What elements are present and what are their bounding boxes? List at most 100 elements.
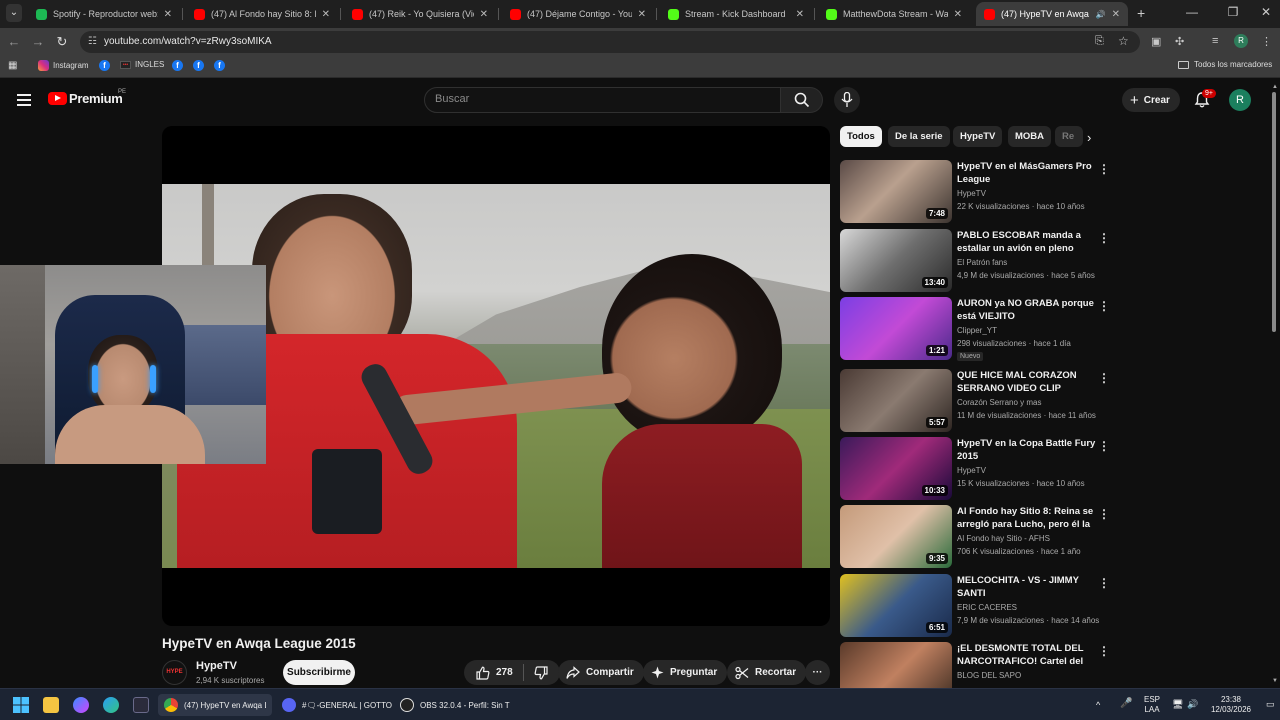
taskbar-chrome-window[interactable]: (47) HypeTV en Awqa Le <box>158 694 272 716</box>
browser-tab[interactable]: (47) Déjame Contigo - YouTube ✕ <box>502 2 654 26</box>
video-thumbnail[interactable]: 1:21 <box>840 297 952 360</box>
new-tab-button[interactable]: + <box>1137 5 1145 21</box>
forward-icon[interactable]: → <box>30 34 46 49</box>
tab-close-icon[interactable]: ✕ <box>638 9 646 20</box>
account-avatar[interactable]: R <box>1229 89 1251 111</box>
site-info-icon[interactable]: ☷ <box>88 36 100 48</box>
all-bookmarks-folder[interactable]: Todos los marcadores <box>1178 60 1272 69</box>
recommended-channel-name[interactable]: HypeTV <box>957 466 986 475</box>
recommended-video-title[interactable]: MELCOCHITA - VS - JIMMY SANTI <box>957 574 1097 600</box>
recommended-channel-name[interactable]: Corazón Serrano y mas <box>957 398 1041 407</box>
tab-close-icon[interactable]: ✕ <box>164 9 172 20</box>
video-thumbnail[interactable]: 10:33 <box>840 437 952 500</box>
tab-close-icon[interactable]: ✕ <box>480 9 488 20</box>
url-text[interactable]: youtube.com/watch?v=zRwy3soMIKA <box>104 36 272 47</box>
tab-close-icon[interactable]: ✕ <box>322 9 330 20</box>
bookmark-instagram[interactable]: Instagram <box>38 60 89 71</box>
clip-button[interactable]: Recortar <box>727 660 807 685</box>
browser-tab[interactable]: (47) Al Fondo hay Sitio 8: Franc ✕ <box>186 2 338 26</box>
extension-media-icon[interactable]: ▣ <box>1151 35 1161 48</box>
scroll-down-arrow-icon[interactable]: ▼ <box>1272 678 1278 684</box>
browser-tab[interactable]: Stream - Kick Dashboard ✕ <box>660 2 812 26</box>
scroll-up-arrow-icon[interactable]: ▲ <box>1272 84 1278 90</box>
search-input[interactable] <box>435 93 765 105</box>
recommended-channel-name[interactable]: Clipper_YT <box>957 326 997 335</box>
input-language-indicator[interactable]: ESP LAA <box>1140 695 1164 715</box>
notification-center-icon[interactable]: ▭ <box>1266 699 1275 709</box>
channel-avatar[interactable]: HYPE <box>162 660 187 685</box>
search-button[interactable] <box>781 87 823 113</box>
browser-tab[interactable]: Spotify - Reproductor web: mú ✕ <box>28 2 180 26</box>
browser-tab[interactable]: MatthewDota Stream - Watch L ✕ <box>818 2 970 26</box>
recommended-video[interactable]: 6:51 MELCOCHITA - VS - JIMMY SANTI ERIC CA… <box>840 574 1110 638</box>
recommended-more-icon[interactable]: ⋮ <box>1098 371 1110 385</box>
browser-tab[interactable]: (47) Reik - Yo Quisiera (Video) ✕ <box>344 2 496 26</box>
recommended-more-icon[interactable]: ⋮ <box>1098 231 1110 245</box>
recommended-video[interactable]: 5:57 QUE HICE MAL CORAZON SERRANO VIDEO C… <box>840 369 1110 433</box>
recommended-video-title[interactable]: HypeTV en la Copa Battle Fury 2015 <box>957 437 1097 463</box>
bookmark-facebook-1[interactable]: f <box>99 60 110 71</box>
show-hidden-icons-chevron-icon[interactable]: ^ <box>1096 700 1100 710</box>
minimize-window-icon[interactable]: — <box>1182 5 1202 19</box>
bookmark-facebook-2[interactable]: f <box>172 60 183 71</box>
recommended-channel-name[interactable]: BLOG DEL SAPO <box>957 671 1021 680</box>
tab-audio-icon[interactable]: 🔊 <box>1096 10 1106 19</box>
browser-tab[interactable]: (47) HypeTV en Awqa League 🔊 ✕ <box>976 2 1128 26</box>
microphone-tray-icon[interactable]: 🎤 <box>1120 699 1132 709</box>
recommended-video-title[interactable]: ¡EL DESMONTE TOTAL DEL NARCOTRAFICO! Car… <box>957 642 1097 668</box>
dislike-button[interactable] <box>534 665 548 680</box>
recommended-video-title[interactable]: HypeTV en el MásGamers Pro League <box>957 160 1097 186</box>
recommended-video[interactable]: 13:40 PABLO ESCOBAR manda a estallar un a… <box>840 229 1110 293</box>
voice-search-button[interactable] <box>834 87 860 113</box>
windows-start-icon[interactable] <box>13 697 29 713</box>
recommended-more-icon[interactable]: ⋮ <box>1098 644 1110 658</box>
close-window-icon[interactable]: ✕ <box>1256 5 1276 19</box>
volume-icon[interactable]: 🔊 <box>1187 699 1198 709</box>
taskbar-discord-window[interactable]: #🗨-GENERAL | GOTTO <box>276 694 398 716</box>
reload-icon[interactable]: ↻ <box>54 34 70 50</box>
tab-search-dropdown[interactable]: ⌄ <box>6 4 22 22</box>
video-thumbnail[interactable]: 13:40 <box>840 229 952 292</box>
channel-name[interactable]: HypeTV <box>196 660 237 672</box>
tab-close-icon[interactable]: ✕ <box>1112 9 1120 20</box>
address-bar[interactable]: ☷ youtube.com/watch?v=zRwy3soMIKA ⎘ ☆ <box>80 31 1140 53</box>
bookmark-ingles[interactable]: ••• INGLES <box>120 60 164 69</box>
reading-list-icon[interactable]: ≡ <box>1212 35 1218 47</box>
youtube-premium-logo[interactable]: Premium <box>69 91 123 106</box>
recommended-more-icon[interactable]: ⋮ <box>1098 299 1110 313</box>
browser-profile-avatar[interactable]: R <box>1234 34 1248 48</box>
clock[interactable]: 23:38 12/03/2026 <box>1203 695 1259 715</box>
tab-close-icon[interactable]: ✕ <box>796 9 804 20</box>
video-thumbnail[interactable] <box>840 642 952 688</box>
microsoft-store-icon[interactable] <box>133 697 149 713</box>
chip-de-la-serie[interactable]: De la serie <box>888 126 950 147</box>
video-thumbnail[interactable]: 5:57 <box>840 369 952 432</box>
recommended-video-title[interactable]: PABLO ESCOBAR manda a estallar un avión … <box>957 229 1097 255</box>
recommended-more-icon[interactable]: ⋮ <box>1098 439 1110 453</box>
page-scrollbar-thumb[interactable] <box>1272 92 1276 332</box>
recommended-video-title[interactable]: QUE HICE MAL CORAZON SERRANO VIDEO CLIP … <box>957 369 1097 395</box>
install-app-icon[interactable]: ⎘ <box>1095 35 1104 48</box>
video-thumbnail[interactable]: 9:35 <box>840 505 952 568</box>
chips-next-chevron-icon[interactable]: › <box>1087 130 1091 145</box>
recommended-video-title[interactable]: AURON ya NO GRABA porque está VIEJITO <box>957 297 1097 323</box>
create-button[interactable]: + Crear <box>1122 88 1180 112</box>
taskbar-obs-window[interactable]: OBS 32.0.4 - Perfil: Sin T <box>394 694 516 716</box>
chip-re[interactable]: Re <box>1055 126 1083 147</box>
recommended-video[interactable]: 9:35 Al Fondo hay Sitio 8: Reina se arreg… <box>840 505 1110 569</box>
video-thumbnail[interactable]: 6:51 <box>840 574 952 637</box>
video-thumbnail[interactable]: 7:48 <box>840 160 952 223</box>
bookmark-facebook-4[interactable]: f <box>214 60 225 71</box>
more-actions-button[interactable]: ··· <box>805 660 830 685</box>
bookmark-star-icon[interactable]: ☆ <box>1118 34 1129 48</box>
bookmark-facebook-3[interactable]: f <box>193 60 204 71</box>
recommended-video[interactable]: 7:48 HypeTV en el MásGamers Pro League Hyp… <box>840 160 1110 224</box>
restore-window-icon[interactable]: ❐ <box>1223 5 1243 19</box>
copilot-icon[interactable] <box>73 697 89 713</box>
network-icon[interactable]: 🖥 <box>1172 699 1183 709</box>
subscribe-button[interactable]: Subscribirme <box>283 660 355 685</box>
youtube-logo-icon[interactable] <box>48 92 67 105</box>
apps-grid-icon[interactable]: ▦ <box>8 60 17 71</box>
back-icon[interactable]: ← <box>6 34 22 49</box>
recommended-video[interactable]: 1:21 AURON ya NO GRABA porque está VIEJIT… <box>840 297 1110 361</box>
